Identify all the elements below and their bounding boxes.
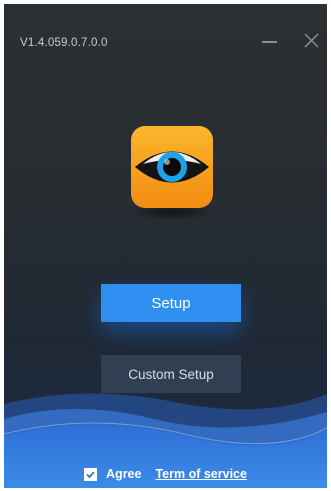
check-icon [86, 470, 95, 478]
agree-row: Agree Term of service [4, 464, 327, 484]
minimize-icon[interactable] [259, 32, 281, 50]
agree-checkbox[interactable] [84, 467, 98, 481]
setup-button[interactable]: Setup [101, 284, 241, 322]
installer-window: V1.4.059.0.7.0.0 Setup Custom Setup Agre… [4, 4, 327, 488]
custom-setup-button[interactable]: Custom Setup [101, 355, 241, 393]
close-icon[interactable] [301, 30, 321, 50]
eye-logo-icon [131, 126, 213, 208]
version-label: V1.4.059.0.7.0.0 [20, 37, 108, 49]
terms-of-service-link[interactable]: Term of service [155, 467, 246, 481]
agree-label: Agree [106, 467, 142, 481]
